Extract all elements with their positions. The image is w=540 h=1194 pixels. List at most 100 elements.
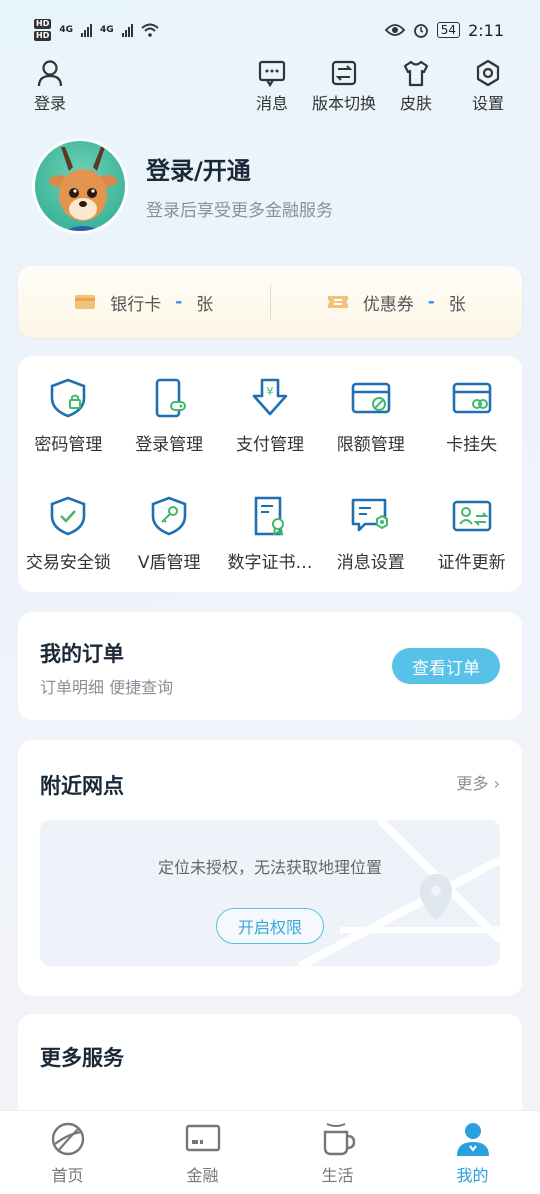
service-label: V盾管理 <box>137 552 201 573</box>
shirt-icon <box>403 60 429 87</box>
user-icon <box>456 1122 489 1156</box>
avatar[interactable] <box>32 138 128 234</box>
map-background-icon <box>298 820 500 966</box>
svg-text:¥: ¥ <box>266 385 273 398</box>
coupon-icon <box>327 296 348 308</box>
view-orders-button[interactable]: 查看订单 <box>392 648 500 684</box>
version-switch-button[interactable]: 版本切换 <box>312 58 376 114</box>
service-label: 消息设置 <box>336 552 405 573</box>
service-limit[interactable]: 限额管理 <box>320 356 421 474</box>
nearby-more-label: 更多 <box>456 774 489 793</box>
service-message-settings[interactable]: 消息设置 <box>320 474 421 592</box>
enable-permission-button[interactable]: 开启权限 <box>216 908 324 944</box>
nearby-title: 附近网点 <box>40 774 124 798</box>
top-actions: 登录 消息 版本切换 皮肤 设置 <box>0 58 540 114</box>
network-type-1: 4G <box>59 25 73 35</box>
profile-section[interactable]: 登录/开通 登录后享受更多金融服务 <box>32 138 333 234</box>
service-label: 卡挂失 <box>446 434 498 455</box>
cup-icon <box>323 1122 355 1155</box>
service-payment[interactable]: ¥ 支付管理 <box>220 356 321 474</box>
service-label: 数字证书… <box>227 552 313 573</box>
service-password[interactable]: 密码管理 <box>18 356 119 474</box>
bank-card-icon <box>75 295 96 309</box>
skin-button[interactable]: 皮肤 <box>400 58 432 114</box>
shield-key-icon <box>151 496 187 535</box>
bank-card-label: 银行卡 <box>110 294 162 315</box>
signal-icon <box>81 23 92 37</box>
chevron-right-icon: › <box>493 774 500 793</box>
coupon-label: 优惠券 <box>362 294 414 315</box>
version-switch-label: 版本切换 <box>312 94 377 113</box>
settings-button[interactable]: 设置 <box>472 58 504 114</box>
bank-card-summary[interactable]: 银行卡 - 张 <box>18 290 270 315</box>
status-right: 54 2:11 <box>384 20 504 40</box>
hd-badge-2: HD <box>34 31 52 41</box>
alarm-icon <box>413 24 428 38</box>
status-bar: HD HD 4G 4G 54 2:11 <box>0 0 540 60</box>
tab-label: 首页 <box>51 1165 84 1185</box>
asset-summary-row: 银行卡 - 张 优惠券 - 张 <box>18 266 522 338</box>
orders-card: 我的订单 订单明细 便捷查询 查看订单 <box>18 612 522 720</box>
finance-card-icon <box>185 1124 220 1151</box>
switch-icon <box>331 60 357 86</box>
phone-login-icon <box>155 378 187 417</box>
wifi-icon <box>140 23 159 37</box>
service-id-update[interactable]: 证件更新 <box>421 474 522 592</box>
orders-subtitle: 订单明细 便捷查询 <box>40 678 174 697</box>
id-update-icon <box>452 500 491 531</box>
battery-indicator: 54 <box>436 22 461 38</box>
hd-badge-1: HD <box>34 19 52 29</box>
orders-title: 我的订单 <box>40 642 124 666</box>
bottom-tab-bar: 首页 金融 生活 我的 <box>0 1110 540 1194</box>
eye-icon <box>384 24 405 36</box>
map-placeholder: 定位未授权，无法获取地理位置 开启权限 <box>40 820 500 966</box>
skin-label: 皮肤 <box>400 94 433 113</box>
bank-card-count: - <box>175 292 183 312</box>
profile-subtitle: 登录后享受更多金融服务 <box>146 201 333 221</box>
tab-label: 我的 <box>456 1165 489 1185</box>
card-lost-icon <box>452 382 491 413</box>
service-label: 登录管理 <box>135 434 204 455</box>
password-shield-icon <box>51 378 86 417</box>
network-type-2: 4G <box>100 25 114 35</box>
coupon-summary[interactable]: 优惠券 - 张 <box>271 290 523 315</box>
tab-finance[interactable]: 金融 <box>135 1111 270 1194</box>
message-label: 消息 <box>256 94 289 113</box>
more-services-title: 更多服务 <box>40 1046 124 1070</box>
services-grid: 密码管理 登录管理 ¥ 支付管理 限额管理 卡挂失 交易安全锁 V盾管理 数字证… <box>18 356 522 592</box>
nearby-branches-card: 附近网点 更多 › 定位未授权，无法获取地理位置 开启权限 <box>18 740 522 996</box>
service-login[interactable]: 登录管理 <box>119 356 220 474</box>
user-outline-icon <box>37 60 63 87</box>
home-icon <box>51 1122 84 1155</box>
service-certificate[interactable]: 数字证书… <box>220 474 321 592</box>
message-button[interactable]: 消息 <box>256 58 288 114</box>
card-limit-icon <box>351 382 391 413</box>
nearby-more-link[interactable]: 更多 › <box>456 770 500 794</box>
deer-mascot-icon <box>49 147 117 231</box>
certificate-icon <box>254 496 284 536</box>
location-permission-message: 定位未授权，无法获取地理位置 <box>157 858 382 877</box>
coupon-unit: 张 <box>448 294 466 315</box>
login-button[interactable]: 登录 <box>34 58 66 114</box>
service-trade-lock[interactable]: 交易安全锁 <box>18 474 119 592</box>
service-label: 证件更新 <box>437 552 506 573</box>
login-label: 登录 <box>34 94 67 113</box>
service-label: 交易安全锁 <box>25 552 111 573</box>
hd-badges: HD HD <box>34 19 52 41</box>
profile-title[interactable]: 登录/开通 <box>146 151 333 186</box>
tab-home[interactable]: 首页 <box>0 1111 135 1194</box>
payment-download-icon: ¥ <box>252 378 288 415</box>
service-card-lost[interactable]: 卡挂失 <box>421 356 522 474</box>
shield-check-icon <box>51 496 86 535</box>
coupon-count: - <box>427 292 435 312</box>
gear-icon <box>476 59 500 87</box>
status-left: HD HD 4G 4G <box>34 19 159 41</box>
clock: 2:11 <box>468 20 504 40</box>
settings-label: 设置 <box>472 94 505 113</box>
tab-mine[interactable]: 我的 <box>405 1111 540 1194</box>
tab-life[interactable]: 生活 <box>270 1111 405 1194</box>
service-vshield[interactable]: V盾管理 <box>119 474 220 592</box>
bank-card-unit: 张 <box>196 294 214 315</box>
service-label: 密码管理 <box>34 434 103 455</box>
service-label: 支付管理 <box>235 434 304 455</box>
